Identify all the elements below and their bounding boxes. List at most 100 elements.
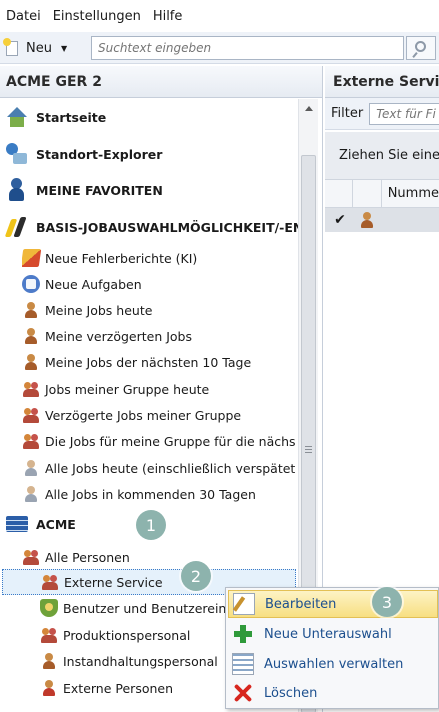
group-icon [22,548,40,566]
step-badge-3: 3 [372,587,402,617]
error-report-icon [22,249,42,267]
grid-header-number[interactable]: Numme [382,186,439,201]
group-icon [22,380,40,398]
group-icon [22,406,40,424]
menu-datei[interactable]: Datei [0,9,47,24]
group-by-hint: Ziehen Sie eine [339,148,439,163]
grip-icon [305,446,312,455]
tree-item-alle-personen[interactable]: Alle Personen [22,544,298,570]
search-button[interactable] [406,36,436,60]
context-menu-new-subselection[interactable]: Neue Unterauswahl [228,620,438,648]
new-document-icon [3,37,18,56]
job-item[interactable]: Meine Jobs heute [22,297,298,323]
menu-bar: Datei Einstellungen Hilfe [0,0,439,32]
context-menu-edit[interactable]: Bearbeiten [228,590,438,618]
add-icon [232,623,254,645]
job-item-label: Die Jobs für meine Gruppe für die nächs [45,433,296,449]
manage-selections-icon [232,653,254,675]
nav-item-basis-jobauswahl[interactable]: BASIS-JOBAUSWAHLMÖGLICHKEIT/-EN [4,214,298,240]
job-item[interactable]: Jobs meiner Gruppe heute [22,376,298,402]
group-icon [40,626,58,644]
nav-item-label: Standort-Explorer [36,146,163,162]
job-item-label: Meine verzögerten Jobs [45,328,193,344]
tree-item-label: Alle Personen [45,549,130,565]
job-item-label: Jobs meiner Gruppe heute [45,381,210,397]
nav-item-label: BASIS-JOBAUSWAHLMÖGLICHKEIT/-EN [36,219,298,235]
home-icon [4,105,30,129]
nav-item-standort-explorer[interactable]: Standort-Explorer [4,141,298,167]
location-explorer-icon [4,142,30,166]
job-item[interactable]: Alle Jobs in kommenden 30 Tagen [22,481,298,507]
person-icon [22,327,40,345]
person-gray-icon [22,459,40,477]
tree-item-label: Produktionspersonal [63,627,191,643]
server-icon [4,512,30,536]
person-icon [22,353,40,371]
context-menu-delete[interactable]: Löschen [228,679,438,707]
job-item-label: Neue Fehlerberichte (KI) [45,250,198,266]
shield-icon [40,599,58,617]
job-item-label: Meine Jobs heute [45,302,153,318]
scroll-up-arrow-icon[interactable] [305,106,313,111]
grid-header-check-column[interactable] [325,180,354,207]
search-input[interactable] [91,36,404,60]
group-icon [41,573,59,591]
group-by-panel[interactable]: Ziehen Sie eine [325,132,439,180]
person-red-icon [40,679,58,697]
filter-bar: Filter [325,98,439,130]
search-icon [415,41,426,52]
context-menu: Bearbeiten Neue Unterauswahl Auswahlen v… [225,587,439,709]
person-icon [22,301,40,319]
step-badge-1: 1 [136,510,166,540]
delete-icon [232,682,254,704]
job-item-label: Alle Jobs heute (einschließlich verspäte… [45,460,296,476]
filter-label: Filter [331,106,364,121]
context-menu-label: Löschen [264,685,318,701]
new-button-label: Neu [26,40,52,56]
nav-item-favoriten[interactable]: MEINE FAVORITEN [4,177,298,203]
search-icon-handle [412,52,418,58]
job-item-label: Meine Jobs der nächsten 10 Tage [45,354,252,370]
tree-item-label: Externe Service [64,574,163,590]
menu-hilfe[interactable]: Hilfe [147,9,189,24]
filter-input[interactable] [369,102,439,125]
new-button[interactable]: Neu ▼ [2,35,71,61]
nav-item-label: ACME [36,516,76,532]
job-item-label: Alle Jobs in kommenden 30 Tagen [45,486,256,502]
person-icon [358,211,376,229]
step-badge-2: 2 [181,561,211,591]
edit-icon [233,593,255,615]
group-icon [22,432,40,450]
context-menu-label: Bearbeiten [265,596,337,612]
context-menu-manage-selections[interactable]: Auswahlen verwalten [228,650,438,678]
job-item-label: Verzögerte Jobs meiner Gruppe [45,407,242,423]
job-item[interactable]: Meine Jobs der nächsten 10 Tage [22,349,298,375]
job-item[interactable]: Die Jobs für meine Gruppe für die nächs [22,428,298,454]
toolbar: Neu ▼ [0,32,439,64]
navigation-title: ACME GER 2 [0,66,322,98]
nav-item-startseite[interactable]: Startseite [4,104,298,130]
nav-item-label: Startseite [36,109,107,125]
grid-row[interactable]: ✔ [325,208,439,232]
person-icon [40,652,58,670]
job-item[interactable]: Verzögerte Jobs meiner Gruppe [22,402,298,428]
chevron-down-icon[interactable]: ▼ [61,44,67,53]
person-gray-icon [22,485,40,503]
job-item[interactable]: Neue Aufgaben [22,271,298,297]
job-item[interactable]: Meine verzögerten Jobs [22,323,298,349]
task-icon [22,275,40,293]
job-selection-icon [4,215,30,239]
tree-item-label: Externe Personen [63,680,174,696]
grid-header-icon-column[interactable] [353,180,382,207]
context-menu-label: Neue Unterauswahl [264,626,392,642]
context-menu-label: Auswahlen verwalten [264,656,404,672]
checkmark-icon: ✔ [334,212,346,228]
nav-item-label: MEINE FAVORITEN [36,182,163,198]
tree-item-label: Instandhaltungspersonal [63,653,218,669]
grid-header: Numme [325,180,439,208]
job-item[interactable]: Neue Fehlerberichte (KI) [22,245,298,271]
job-item[interactable]: Alle Jobs heute (einschließlich verspäte… [22,455,298,481]
menu-einstellungen[interactable]: Einstellungen [47,9,147,24]
tree-item-label: Benutzer und Benutzerein [63,600,227,616]
favorites-icon [4,178,30,202]
